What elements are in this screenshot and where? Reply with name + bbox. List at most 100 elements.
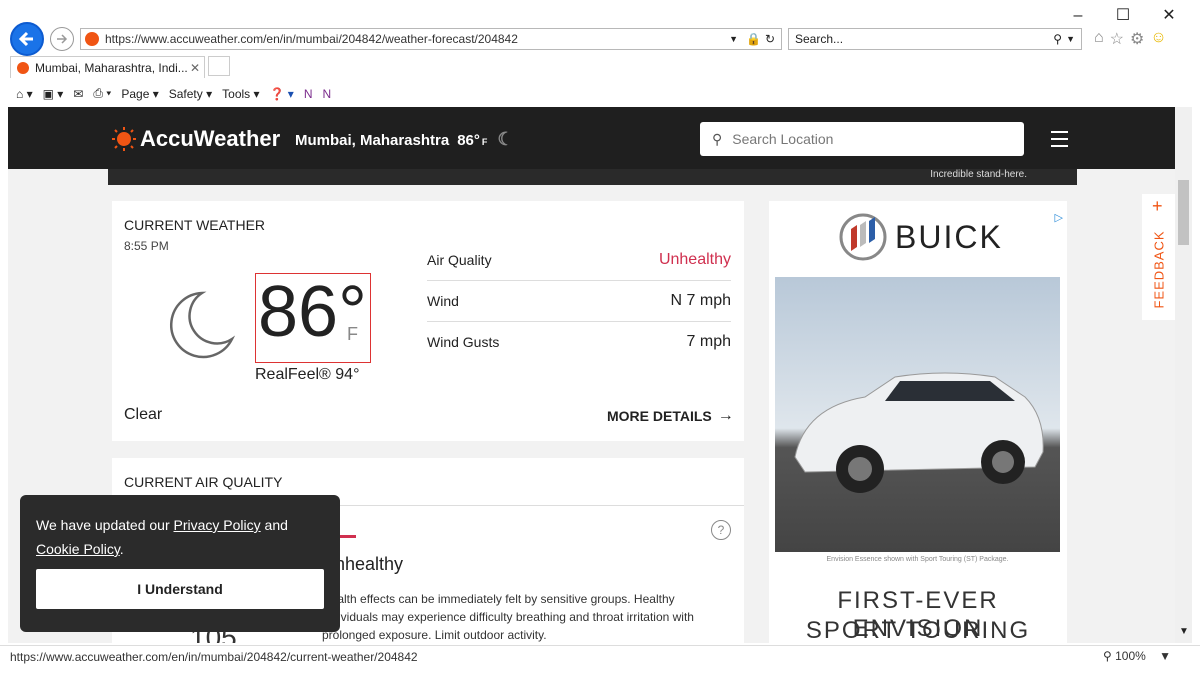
cookie-policy-link[interactable]: Cookie Policy xyxy=(36,541,120,557)
current-weather-card[interactable]: CURRENT WEATHER 8:55 PM 86° F RealFeel® … xyxy=(112,201,744,441)
tab-favicon-icon xyxy=(17,61,29,74)
feedback-tab[interactable]: + FEEDBACK xyxy=(1142,194,1175,320)
current-weather-time: 8:55 PM xyxy=(124,239,169,253)
top-banner-ad[interactable]: Incredible stand-here. xyxy=(108,169,1077,185)
new-tab-button[interactable] xyxy=(208,56,230,76)
home-icon[interactable]: ⌂ xyxy=(1094,29,1104,49)
back-button[interactable] xyxy=(10,22,44,56)
url-text[interactable]: https://www.accuweather.com/en/in/mumbai… xyxy=(105,32,729,46)
suv-illustration xyxy=(794,372,1044,493)
command-bar: ⌂ ▾ ▣ ▾ ✉ ⎙ ▾ Page ▾ Safety ▾ Tools ▾ ❓ … xyxy=(0,80,1200,107)
aqi-description: Health effects can be immediately felt b… xyxy=(322,592,694,642)
maximize-button[interactable]: ☐ xyxy=(1113,6,1133,26)
address-bar[interactable]: https://www.accuweather.com/en/in/mumbai… xyxy=(80,28,782,50)
header-location-block[interactable]: Mumbai, Maharashtra 86° F ☾ xyxy=(295,129,514,150)
tab-title: Mumbai, Maharashtra, Indi... xyxy=(35,60,188,75)
crescent-moon-icon xyxy=(170,291,236,359)
smiley-feedback-icon[interactable]: ☺ xyxy=(1150,29,1166,49)
header-location: Mumbai, Maharashtra xyxy=(295,132,450,149)
row-value-air-quality: Unhealthy xyxy=(658,250,731,268)
onenote-linked-icon[interactable]: N xyxy=(323,87,332,101)
help-question-icon[interactable]: ? xyxy=(711,520,731,540)
cookie-text: We have updated our Privacy Policy and C… xyxy=(36,513,326,561)
search-icon[interactable]: ⚲ xyxy=(1053,32,1062,46)
onenote-icon[interactable]: N xyxy=(304,87,313,101)
home-cmd-icon[interactable]: ⌂ ▾ xyxy=(16,87,33,101)
browser-search-box[interactable]: Search... ⚲ ▼ xyxy=(788,28,1082,50)
forward-button[interactable] xyxy=(50,27,74,51)
refresh-icon[interactable]: ↻ xyxy=(765,32,775,46)
cookie-banner: We have updated our Privacy Policy and C… xyxy=(20,495,340,632)
air-quality-row: Air Quality Unhealthy xyxy=(427,239,731,281)
zoom-control[interactable]: ⚲ 100% ▼ xyxy=(1103,649,1171,663)
feedback-label: FEEDBACK xyxy=(1151,230,1167,309)
location-search-icon: ⚲ xyxy=(712,130,723,147)
accuweather-header: AccuWeather Mumbai, Maharashtra 86° F ☾ … xyxy=(8,107,1175,169)
more-details-link[interactable]: MORE DETAILS → xyxy=(607,407,734,425)
buick-logo: BUICK xyxy=(839,213,1003,261)
page-menu[interactable]: Page ▾ xyxy=(121,87,158,101)
row-value-wind-gusts: 7 mph xyxy=(686,332,731,350)
ad-caption: Envision Essence shown with Sport Tourin… xyxy=(826,556,1009,563)
weather-condition: Clear xyxy=(124,406,163,423)
lock-icon[interactable]: 🔒 xyxy=(746,32,761,46)
tools-menu-label: Tools xyxy=(222,86,251,101)
moon-icon: ☾ xyxy=(497,129,514,149)
wind-gusts-row: Wind Gusts 7 mph xyxy=(427,321,731,362)
site-favicon-icon xyxy=(85,32,99,46)
status-bar: https://www.accuweather.com/en/in/mumbai… xyxy=(0,645,1200,668)
status-url: https://www.accuweather.com/en/in/mumbai… xyxy=(10,650,418,664)
accuweather-sun-logo-icon xyxy=(112,127,136,151)
more-details-label: MORE DETAILS xyxy=(607,408,712,424)
location-search-box[interactable]: ⚲ Search Location xyxy=(700,122,1024,156)
i-understand-button[interactable]: I Understand xyxy=(36,569,324,609)
forward-arrow-icon xyxy=(57,34,68,44)
ad-headline-2: SPORT TOURING xyxy=(805,617,1031,643)
safety-menu-label: Safety xyxy=(168,86,203,101)
print-icon[interactable]: ⎙ ▾ xyxy=(93,86,111,101)
help-icon[interactable]: ❓ ▾ xyxy=(270,87,294,101)
wind-row: Wind N 7 mph xyxy=(427,280,731,322)
brand-logo-text[interactable]: AccuWeather xyxy=(140,126,280,152)
settings-gear-icon[interactable]: ⚙ xyxy=(1130,29,1144,49)
cookie-text-intro: We have updated our xyxy=(36,517,174,533)
tools-menu[interactable]: Tools ▾ xyxy=(222,87,259,101)
feeds-icon[interactable]: ▣ ▾ xyxy=(43,87,64,101)
scroll-down-arrow-icon[interactable]: ▼ xyxy=(1179,626,1189,637)
mail-icon[interactable]: ✉ xyxy=(73,87,83,101)
row-label-wind: Wind xyxy=(427,292,459,309)
temperature-display: 86° F xyxy=(255,272,371,363)
air-quality-title: CURRENT AIR QUALITY xyxy=(124,474,283,490)
privacy-policy-link[interactable]: Privacy Policy xyxy=(174,517,261,533)
back-arrow-icon xyxy=(18,31,33,47)
hamburger-menu-icon[interactable] xyxy=(1051,131,1068,147)
ad-brand: BUICK xyxy=(895,218,1003,255)
header-unit: F xyxy=(481,137,488,147)
plus-icon: + xyxy=(1152,196,1163,216)
suv-image xyxy=(775,277,1060,552)
location-search-input[interactable]: Search Location xyxy=(732,131,833,147)
buick-shield-icon xyxy=(839,213,887,261)
close-window-button[interactable]: ✕ xyxy=(1159,6,1179,26)
browser-tab[interactable]: Mumbai, Maharashtra, Indi... ✕ xyxy=(10,56,205,78)
page-scrollbar[interactable]: ▼ xyxy=(1175,107,1192,643)
tab-close-icon[interactable]: ✕ xyxy=(190,61,200,75)
realfeel: RealFeel® 94° xyxy=(255,366,360,383)
buick-ad[interactable]: ▷ BUICK Envision Essence shown with Spor… xyxy=(769,201,1067,643)
row-label-air-quality: Air Quality xyxy=(427,251,492,268)
page-viewport: AccuWeather Mumbai, Maharashtra 86° F ☾ … xyxy=(8,107,1175,643)
row-label-wind-gusts: Wind Gusts xyxy=(427,333,500,350)
minimize-button[interactable]: – xyxy=(1068,6,1088,26)
cookie-text-and: and xyxy=(260,517,288,533)
favorites-star-icon[interactable]: ☆ xyxy=(1110,29,1124,49)
dropdown-icon[interactable]: ▼ xyxy=(729,34,738,44)
scrollbar-thumb[interactable] xyxy=(1178,180,1189,245)
ad-choices-icon[interactable]: ▷ xyxy=(1055,211,1063,224)
zoom-level: 100% xyxy=(1115,649,1146,663)
cookie-text-period: . xyxy=(119,541,124,557)
safety-menu[interactable]: Safety ▾ xyxy=(169,87,212,101)
banner-text: Incredible stand-here. xyxy=(930,169,1027,180)
current-weather-title: CURRENT WEATHER xyxy=(124,217,266,233)
browser-search-input[interactable]: Search... xyxy=(789,32,1053,46)
search-dropdown-icon[interactable]: ▼ xyxy=(1066,34,1075,44)
